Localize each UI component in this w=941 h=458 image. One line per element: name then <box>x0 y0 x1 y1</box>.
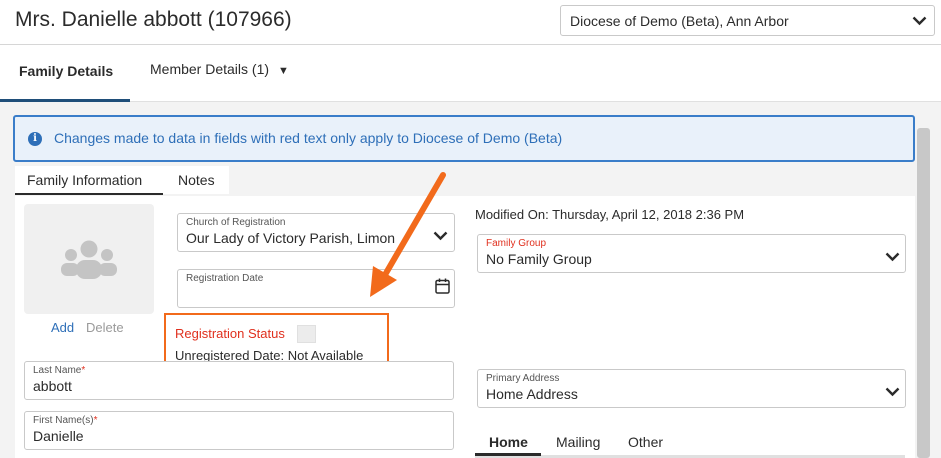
address-tabs: Home Mailing Other <box>475 428 905 458</box>
tab-family-information-label: Family Information <box>27 172 143 188</box>
registration-status-label: Registration Status <box>175 326 285 341</box>
modified-on: Modified On: Thursday, April 12, 2018 2:… <box>475 207 745 222</box>
scrollbar[interactable] <box>917 128 930 458</box>
top-tabs: Family Details Member Details (1) ▼ <box>0 45 941 102</box>
tab-other[interactable]: Other <box>628 434 663 450</box>
family-group-value: No Family Group <box>486 251 592 267</box>
info-icon: i <box>28 132 42 146</box>
group-icon <box>61 240 117 279</box>
annotation-arrow-icon <box>370 172 446 297</box>
registration-status-checkbox[interactable] <box>297 325 316 343</box>
first-name-label-text: First Name(s) <box>33 415 94 426</box>
last-name-field[interactable]: Last Name* abbott <box>24 361 454 400</box>
tab-family-details-label: Family Details <box>19 63 114 79</box>
tab-notes[interactable]: Notes <box>163 166 229 194</box>
tab-notes-label: Notes <box>178 172 215 188</box>
page-title: Mrs. Danielle abbott (107966) <box>15 8 292 31</box>
delete-photo-link[interactable]: Delete <box>86 320 124 335</box>
required-marker: * <box>93 415 98 426</box>
first-name-value: Danielle <box>33 428 84 444</box>
tab-member-details-label: Member Details (1) <box>150 61 270 77</box>
family-group-select[interactable]: Family Group No Family Group <box>477 234 906 273</box>
last-name-label: Last Name* <box>33 365 85 376</box>
tab-family-details[interactable]: Family Details <box>0 45 130 102</box>
chevron-down-icon <box>885 252 901 264</box>
tab-mailing[interactable]: Mailing <box>556 434 600 450</box>
church-of-registration-label: Church of Registration <box>186 217 286 228</box>
caret-down-icon: ▼ <box>278 65 289 77</box>
family-group-label: Family Group <box>486 238 547 249</box>
tab-member-details[interactable]: Member Details (1) ▼ <box>150 61 289 77</box>
info-banner-message: Changes made to data in fields with red … <box>54 130 563 146</box>
last-name-value: abbott <box>33 378 72 394</box>
add-photo-link[interactable]: Add <box>51 320 74 335</box>
diocese-select-value: Diocese of Demo (Beta), Ann Arbor <box>570 13 789 29</box>
page-header: Mrs. Danielle abbott (107966) Diocese of… <box>0 0 941 45</box>
last-name-label-text: Last Name <box>33 365 82 376</box>
info-banner: i Changes made to data in fields with re… <box>13 115 915 162</box>
first-name-field[interactable]: First Name(s)* Danielle <box>24 411 454 450</box>
primary-address-label: Primary Address <box>486 373 560 384</box>
active-tab-indicator <box>475 453 541 456</box>
registration-date-label: Registration Date <box>186 273 264 284</box>
chevron-down-icon <box>912 16 928 28</box>
tab-home[interactable]: Home <box>489 434 528 450</box>
tab-family-information[interactable]: Family Information <box>15 166 163 195</box>
first-name-label: First Name(s)* <box>33 415 97 426</box>
diocese-select[interactable]: Diocese of Demo (Beta), Ann Arbor <box>560 5 935 36</box>
required-marker: * <box>81 365 86 376</box>
chevron-down-icon <box>885 387 901 399</box>
primary-address-select[interactable]: Primary Address Home Address <box>477 369 906 408</box>
primary-address-value: Home Address <box>486 386 578 402</box>
family-photo <box>24 204 154 314</box>
